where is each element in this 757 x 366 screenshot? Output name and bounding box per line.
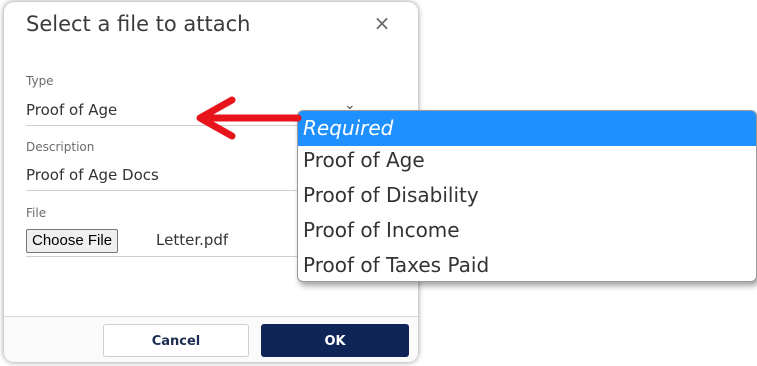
ok-button[interactable]: OK — [261, 324, 409, 357]
option-required[interactable]: Required — [298, 111, 756, 146]
cancel-button[interactable]: Cancel — [103, 324, 249, 357]
description-label: Description — [26, 140, 95, 154]
dialog-title: Select a file to attach — [26, 12, 251, 36]
option-proof-of-taxes-paid[interactable]: Proof of Taxes Paid — [298, 248, 756, 281]
close-icon[interactable]: × — [371, 12, 393, 34]
description-field[interactable]: Proof of Age Docs — [26, 166, 159, 184]
selected-file-name: Letter.pdf — [156, 231, 229, 249]
option-proof-of-age[interactable]: Proof of Age — [298, 143, 756, 178]
left-arrow-icon — [196, 96, 302, 140]
type-select[interactable]: Proof of Age — [26, 101, 117, 119]
file-label: File — [26, 206, 47, 220]
option-proof-of-income[interactable]: Proof of Income — [298, 213, 756, 248]
type-dropdown-list[interactable]: Required Proof of Age Proof of Disabilit… — [297, 110, 757, 282]
option-proof-of-disability[interactable]: Proof of Disability — [298, 178, 756, 213]
choose-file-button[interactable]: Choose File — [26, 229, 119, 253]
type-label: Type — [26, 74, 54, 88]
